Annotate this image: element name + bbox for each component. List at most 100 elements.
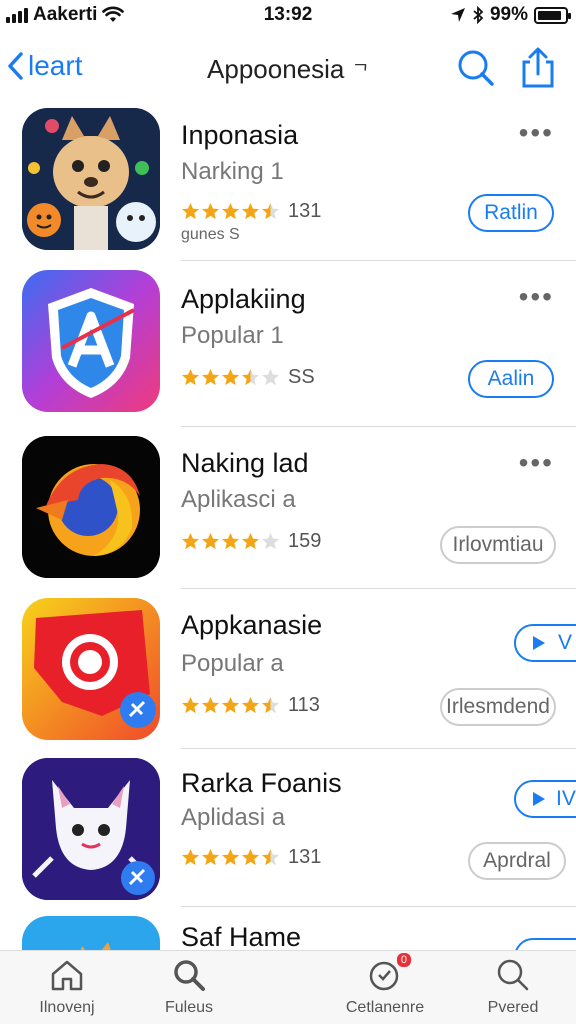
star-icon: [241, 368, 260, 386]
star-rating: [181, 202, 280, 221]
star-icon: [181, 368, 200, 386]
play-button[interactable]: IV: [514, 780, 576, 818]
app-subtitle: Popular a: [181, 650, 284, 677]
app-store-screen: Aakerti 13:92 99% leart Appoonesia ᄀ Inp…: [0, 0, 576, 1024]
app-subtitle: Narking 1: [181, 158, 284, 185]
search-icon: [174, 960, 205, 991]
star-icon: [181, 848, 200, 866]
app-name[interactable]: Appkanasie: [181, 610, 322, 641]
get-button[interactable]: Aalin: [468, 360, 554, 398]
more-options-button[interactable]: •••: [519, 119, 554, 147]
star-rating: [181, 696, 280, 715]
tab-home[interactable]: Ilnovenj: [12, 957, 122, 1017]
app-rating: 113: [181, 694, 320, 717]
action-button[interactable]: Irlovmtiau: [440, 526, 556, 564]
star-icon: [241, 848, 260, 866]
cartoon-fox-icon[interactable]: [22, 108, 160, 250]
app-subtitle: Aplidasi a: [181, 804, 286, 831]
app-rating: 131: [181, 846, 321, 869]
star-icon: [241, 696, 260, 714]
app-name[interactable]: Rarka Foanis: [181, 768, 342, 799]
star-icon: [201, 848, 220, 866]
star-rating: [181, 532, 280, 551]
star-icon: [221, 696, 240, 714]
location-arrow-icon: [450, 8, 465, 22]
star-icon: [261, 848, 280, 866]
page-title-text: Appoonesia: [207, 54, 345, 84]
more-options-button[interactable]: •••: [519, 283, 554, 311]
action-button[interactable]: Aprdral: [468, 842, 566, 880]
white-cat-icon[interactable]: [22, 758, 160, 900]
star-icon: [221, 202, 240, 220]
navigation-bar: leart Appoonesia ᄀ: [0, 40, 576, 98]
tab-label: Ilnovenj: [39, 999, 95, 1016]
tab-bar: Ilnovenj Fuleus 0 Cetlanenre Pvered: [0, 950, 576, 1024]
rating-count: 131: [288, 200, 322, 222]
divider: [181, 748, 576, 749]
star-rating: [181, 848, 280, 867]
play-button[interactable]: V: [514, 624, 576, 662]
search-icon[interactable]: [454, 46, 498, 90]
bluetooth-icon: [473, 6, 484, 24]
notification-badge: 0: [396, 953, 411, 967]
app-rating: 131: [181, 200, 321, 223]
play-icon: [533, 636, 545, 650]
play-label: IV: [556, 787, 576, 810]
star-icon: [221, 532, 240, 550]
home-icon: [51, 960, 83, 991]
status-bar: Aakerti 13:92 99%: [0, 0, 576, 30]
rating-count: 159: [288, 530, 322, 552]
star-icon: [261, 202, 280, 220]
play-icon: [533, 792, 545, 806]
app-name[interactable]: Naking lad: [181, 448, 309, 479]
star-rating: [181, 368, 280, 387]
battery-percent: 99%: [489, 4, 528, 25]
app-name[interactable]: Saf Hame: [181, 922, 301, 953]
divider: [181, 260, 576, 261]
star-icon: [221, 848, 240, 866]
star-icon: [201, 202, 220, 220]
tab-search[interactable]: Fuleus: [134, 957, 244, 1017]
app-name[interactable]: Inponasia: [181, 120, 298, 151]
play-label: V: [558, 631, 573, 654]
app-extra: gunes S: [181, 226, 240, 243]
action-button[interactable]: Irlesmdend: [440, 688, 556, 726]
divider: [181, 588, 576, 589]
rating-count: 113: [288, 694, 320, 716]
battery-icon: [534, 6, 571, 24]
star-icon: [261, 696, 280, 714]
star-icon: [201, 696, 220, 714]
share-icon[interactable]: [516, 46, 560, 90]
battery-fill: [538, 10, 562, 20]
star-icon: [201, 532, 220, 550]
divider: [181, 906, 576, 907]
tab-label: Fuleus: [164, 999, 214, 1016]
tab-search-2[interactable]: Pvered: [458, 957, 568, 1017]
app-row[interactable]: Applakiing Popular 1 SS ••• Aalin: [0, 270, 576, 430]
star-icon: [261, 532, 280, 550]
title-suffix: ᄀ: [352, 62, 369, 82]
app-row[interactable]: Rarka Foanis Aplidasi a 131 IV Aprdral: [0, 758, 576, 918]
app-name[interactable]: Applakiing: [181, 284, 306, 315]
fire-globe-icon[interactable]: [22, 436, 160, 578]
star-icon: [221, 368, 240, 386]
tab-updates[interactable]: 0 Cetlanenre: [330, 953, 440, 1017]
app-rating: SS: [181, 366, 315, 389]
tab-label: Cetlanenre: [345, 999, 425, 1016]
app-subtitle: Aplikasci a: [181, 486, 296, 513]
tab-label: Pvered: [487, 999, 539, 1016]
star-icon: [201, 368, 220, 386]
get-button[interactable]: Ratlin: [468, 194, 554, 232]
shield-a-icon[interactable]: [22, 270, 160, 412]
app-rating: 159: [181, 530, 321, 553]
app-row[interactable]: Inponasia Narking 1 131 gunes S ••• Ratl…: [0, 108, 576, 268]
divider: [181, 426, 576, 427]
app-row[interactable]: Appkanasie Popular a 113 V Irlesmdend: [0, 598, 576, 758]
star-icon: [181, 696, 200, 714]
more-options-button[interactable]: •••: [519, 449, 554, 477]
star-icon: [181, 532, 200, 550]
star-icon: [241, 532, 260, 550]
red-camera-icon[interactable]: [22, 598, 160, 740]
app-row[interactable]: Naking lad Aplikasci a 159 ••• Irlovmtia…: [0, 436, 576, 596]
star-icon: [261, 368, 280, 386]
